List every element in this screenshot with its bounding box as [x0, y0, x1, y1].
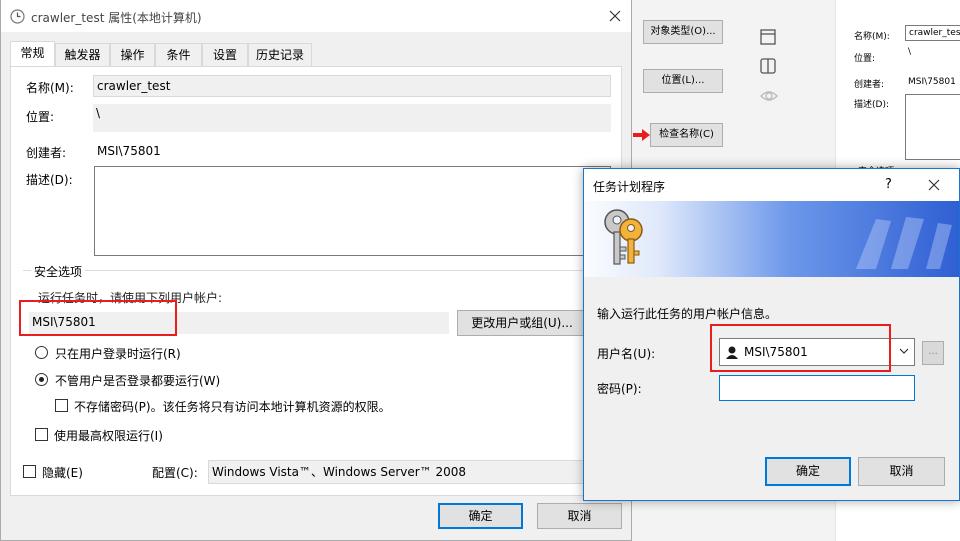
no-store-password-label[interactable]: 不存储密码(P)。该任务将只有访问本地计算机资源的权限。	[74, 398, 391, 415]
properties-dialog: crawler_test 属性(本地计算机) 常规 触发器 操作 条件 设置 历…	[0, 0, 632, 541]
username-label: 用户名(U):	[597, 347, 656, 361]
bg-desc-label: 描述(D):	[854, 100, 889, 110]
red-arrow-icon	[633, 128, 651, 145]
description-label: 描述(D):	[26, 173, 73, 187]
location-label: 位置:	[26, 110, 55, 124]
split-view-icon[interactable]	[759, 57, 777, 78]
title-bar: crawler_test 属性(本地计算机)	[1, 0, 631, 32]
cancel-button[interactable]: 取消	[537, 503, 622, 529]
sub-ok-button[interactable]: 确定	[765, 457, 851, 486]
radio-logged-on-label[interactable]: 只在用户登录时运行(R)	[55, 345, 181, 362]
security-group-label: 安全选项	[31, 263, 86, 280]
tab-general[interactable]: 常规	[10, 41, 55, 66]
help-button[interactable]: ?	[885, 177, 892, 192]
change-user-button[interactable]: 更改用户或组(U)...	[457, 310, 587, 336]
ok-button[interactable]: 确定	[438, 503, 523, 529]
task-scheduler-dialog: 任务计划程序 ? 输入运行此任务的用户帐户信息。 用户名(U): MSI\758…	[583, 168, 960, 501]
bg-location-value: \	[908, 47, 912, 57]
password-label: 密码(P):	[597, 382, 642, 396]
highlight-username-box	[710, 324, 891, 372]
description-textarea[interactable]	[94, 166, 611, 256]
location-field: \	[93, 104, 611, 132]
bg-desc-field[interactable]	[905, 94, 960, 160]
banner-watermark-icon	[846, 209, 956, 277]
configure-select[interactable]: Windows Vista™、Windows Server™ 2008	[208, 460, 608, 484]
tab-history[interactable]: 历史记录	[248, 43, 312, 66]
bg-creator-label: 创建者:	[854, 80, 885, 90]
bg-name-field[interactable]: crawler_test	[905, 25, 960, 41]
eye-icon[interactable]	[759, 87, 779, 108]
browse-button[interactable]: ...	[922, 341, 944, 365]
bg-name-label: 名称(M):	[854, 32, 890, 42]
close-icon[interactable]	[605, 7, 625, 25]
password-input[interactable]	[719, 375, 915, 401]
window-title: crawler_test 属性(本地计算机)	[31, 11, 202, 25]
sub-cancel-button[interactable]: 取消	[858, 457, 945, 486]
check-names-button[interactable]: 检查名称(C)	[650, 123, 723, 147]
bg-creator-value: MSI\75801	[908, 77, 956, 87]
tab-conditions[interactable]: 条件	[155, 43, 202, 66]
sub-window-title: 任务计划程序	[593, 180, 666, 194]
hidden-checkbox[interactable]	[23, 465, 36, 478]
radio-logged-on[interactable]	[35, 346, 48, 359]
chevron-down-icon[interactable]	[898, 344, 910, 361]
security-divider	[23, 270, 623, 271]
prompt-text: 输入运行此任务的用户帐户信息。	[597, 307, 778, 321]
general-tab-panel: 名称(M): crawler_test 位置: \ 创建者: MSI\75801…	[10, 66, 623, 496]
configure-label: 配置(C):	[152, 466, 198, 480]
no-store-password-checkbox[interactable]	[55, 399, 68, 412]
highest-privileges-label[interactable]: 使用最高权限运行(I)	[54, 427, 163, 444]
bg-location-label: 位置:	[854, 54, 876, 64]
radio-whether-logged-on[interactable]	[35, 373, 48, 386]
header-banner	[584, 201, 959, 277]
author-value: MSI\75801	[97, 144, 161, 158]
keys-icon	[598, 205, 650, 274]
author-label: 创建者:	[26, 146, 67, 160]
hidden-label[interactable]: 隐藏(E)	[42, 464, 83, 481]
sub-close-icon[interactable]	[924, 176, 944, 194]
sub-title-bar: 任务计划程序 ?	[584, 169, 959, 201]
locations-button[interactable]: 位置(L)...	[643, 69, 723, 93]
pane-icon[interactable]	[759, 28, 777, 49]
name-field[interactable]: crawler_test	[93, 75, 611, 97]
clock-icon	[10, 9, 25, 27]
tab-triggers[interactable]: 触发器	[55, 43, 110, 66]
object-types-button[interactable]: 对象类型(O)...	[643, 20, 723, 44]
tab-settings[interactable]: 设置	[202, 43, 248, 66]
name-label: 名称(M):	[26, 81, 74, 95]
highlight-user-box	[19, 300, 177, 336]
highest-privileges-checkbox[interactable]	[35, 428, 48, 441]
tab-actions[interactable]: 操作	[110, 43, 155, 66]
radio-whether-logged-on-label[interactable]: 不管用户是否登录都要运行(W)	[55, 372, 220, 389]
